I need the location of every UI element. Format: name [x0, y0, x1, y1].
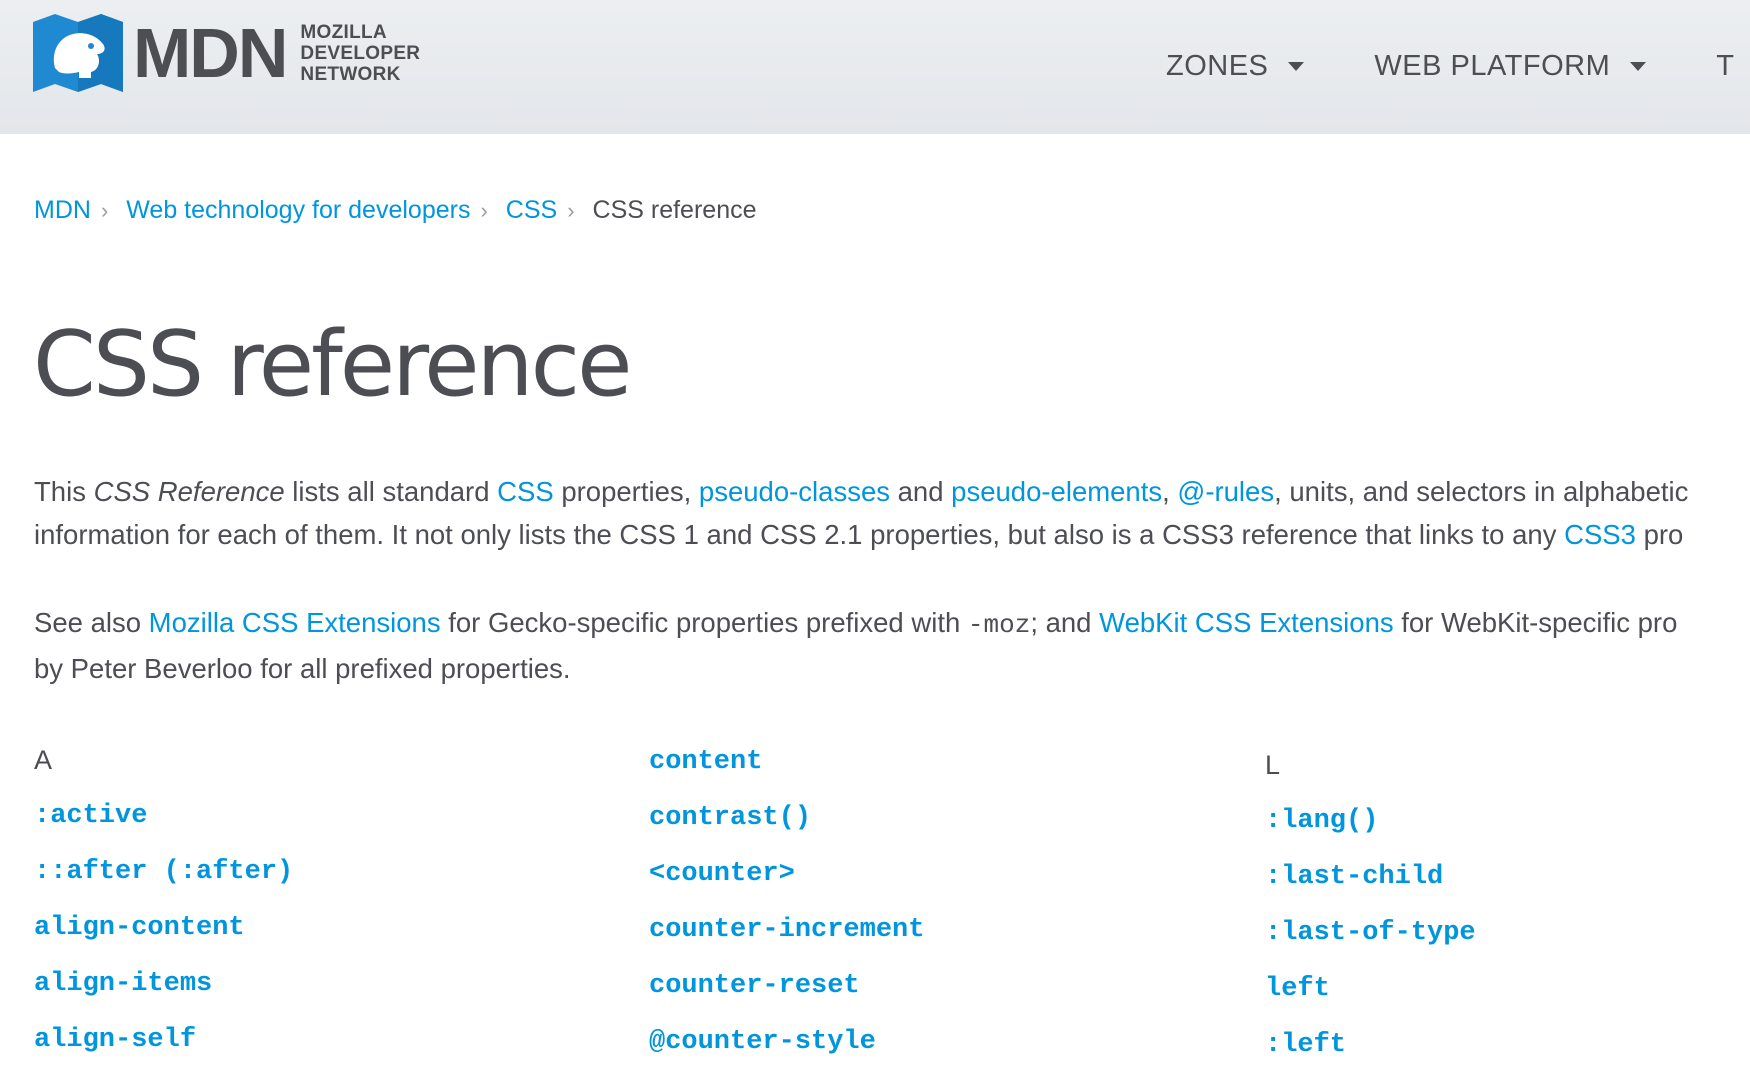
link-css[interactable]: CSS: [497, 476, 554, 507]
nav-label: T: [1716, 50, 1735, 82]
index-link[interactable]: ::after (:after): [34, 852, 293, 908]
mdn-dino-logo-icon: [33, 14, 123, 92]
breadcrumb: MDN › Web technology for developers › CS…: [34, 196, 757, 225]
intro-text: pro: [1635, 519, 1684, 550]
see-also-text: ; and: [1030, 607, 1100, 638]
index-letter: A: [34, 745, 53, 775]
index-link[interactable]: :last-of-type: [1265, 913, 1476, 969]
caret-down-icon: [1288, 62, 1305, 71]
logo-sub-line: NETWORK: [300, 63, 401, 85]
logo-sub-line: DEVELOPER: [300, 42, 421, 64]
index-link[interactable]: :left: [1265, 1025, 1476, 1081]
intro-text: and: [889, 476, 952, 507]
see-also-line: by Peter Beverloo for all prefixed prope…: [34, 653, 571, 684]
intro-text: , units, and selectors in alphabetic: [1274, 476, 1689, 507]
index-link[interactable]: :lang(): [1265, 801, 1476, 857]
logo-wordmark: MDN: [133, 14, 288, 92]
link-css3[interactable]: CSS3: [1564, 519, 1636, 550]
index-link[interactable]: :last-child: [1265, 857, 1476, 913]
page-title: CSS reference: [33, 312, 632, 417]
intro-line: This CSS Reference lists all standard CS…: [34, 470, 1750, 513]
see-also-text: for WebKit-specific pro: [1393, 607, 1678, 638]
see-also-paragraph: See also Mozilla CSS Extensions for Geck…: [34, 601, 1750, 690]
nav-zones[interactable]: ZONES: [1166, 50, 1305, 83]
intro-text: information for each of them. It not onl…: [34, 519, 1565, 550]
index-column-a: A :active ::after (:after) align-content…: [34, 740, 293, 1076]
link-webkit-css-extensions[interactable]: WebKit CSS Extensions: [1099, 607, 1393, 638]
site-header: MDN MOZILLA DEVELOPER NETWORK ZONES WEB …: [0, 0, 1750, 134]
intro-line: information for each of them. It not onl…: [34, 513, 1750, 556]
index-link[interactable]: left: [1265, 969, 1476, 1025]
breadcrumb-link-web-technology[interactable]: Web technology for developers: [126, 196, 470, 225]
index-column-c: content contrast() <counter> counter-inc…: [649, 742, 924, 1078]
intro-paragraph: This CSS Reference lists all standard CS…: [34, 470, 1750, 556]
index-link[interactable]: @counter-style: [649, 1022, 924, 1078]
logo-sub-line: MOZILLA: [300, 21, 387, 43]
caret-down-icon: [1630, 62, 1647, 71]
index-link[interactable]: align-items: [34, 964, 293, 1020]
chevron-right-icon: ›: [480, 197, 488, 223]
nav-label: WEB PLATFORM: [1374, 50, 1611, 82]
breadcrumb-link-css[interactable]: CSS: [506, 196, 557, 225]
mdn-logo[interactable]: MDN MOZILLA DEVELOPER NETWORK: [33, 14, 420, 92]
link-at-rules[interactable]: @-rules: [1177, 476, 1274, 507]
chevron-right-icon: ›: [567, 197, 575, 223]
breadcrumb-current: CSS reference: [592, 196, 757, 224]
link-pseudo-elements[interactable]: pseudo-elements: [951, 476, 1162, 507]
link-mozilla-css-extensions[interactable]: Mozilla CSS Extensions: [149, 607, 441, 638]
intro-emphasis: CSS Reference: [93, 476, 285, 507]
index-link[interactable]: align-content: [34, 908, 293, 964]
index-link[interactable]: :active: [34, 796, 293, 852]
link-pseudo-classes[interactable]: pseudo-classes: [699, 476, 890, 507]
index-link[interactable]: counter-reset: [649, 966, 924, 1022]
index-column-l: L :lang() :last-child :last-of-type left…: [1265, 745, 1476, 1081]
chevron-right-icon: ›: [100, 197, 109, 223]
nav-tools[interactable]: T: [1716, 50, 1734, 83]
main-nav: ZONES WEB PLATFORM T: [1166, 50, 1750, 83]
index-link[interactable]: align-self: [34, 1020, 293, 1076]
nav-web-platform[interactable]: WEB PLATFORM: [1374, 50, 1647, 83]
breadcrumb-link-mdn[interactable]: MDN: [34, 196, 91, 225]
nav-label: ZONES: [1166, 50, 1269, 82]
intro-text: properties,: [553, 476, 699, 507]
intro-text: ,: [1162, 476, 1178, 507]
index-link[interactable]: content: [649, 742, 924, 798]
code-moz-prefix: -moz: [967, 610, 1031, 640]
intro-text: This: [34, 476, 94, 507]
index-letter: L: [1265, 750, 1281, 780]
logo-subtitle: MOZILLA DEVELOPER NETWORK: [300, 22, 420, 85]
index-link[interactable]: contrast(): [649, 798, 924, 854]
see-also-text: for Gecko-specific properties prefixed w…: [440, 607, 968, 638]
index-link[interactable]: <counter>: [649, 854, 924, 910]
intro-text: lists all standard: [284, 476, 498, 507]
see-also-line: See also Mozilla CSS Extensions for Geck…: [34, 601, 1750, 647]
index-link[interactable]: counter-increment: [649, 910, 924, 966]
see-also-text: See also: [34, 607, 149, 638]
